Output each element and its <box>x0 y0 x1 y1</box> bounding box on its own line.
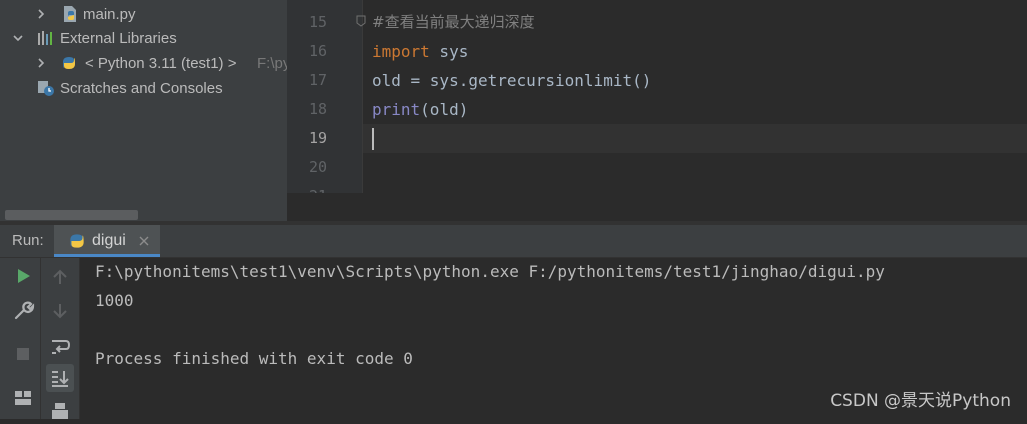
code-line-import: import sys <box>372 37 468 66</box>
tree-item-label: Scratches and Consoles <box>60 80 223 97</box>
code-comment-line: #查看当前最大递归深度 <box>372 8 535 37</box>
comment-text: #查看当前最大递归深度 <box>372 13 535 31</box>
console-line: 1000 <box>95 291 134 310</box>
arrow-up-icon[interactable] <box>48 265 72 289</box>
library-icon <box>38 31 52 45</box>
tree-item-label: main.py <box>83 6 136 23</box>
builtin-token: print <box>372 100 421 119</box>
code-token: (old) <box>420 100 469 119</box>
line-number: 20 <box>308 158 327 176</box>
fold-marker-icon[interactable] <box>355 14 367 28</box>
chevron-right-icon[interactable] <box>34 7 48 21</box>
line-number: 18 <box>308 100 327 118</box>
run-tab-label: digui <box>92 232 126 249</box>
soft-wrap-icon[interactable] <box>48 334 72 358</box>
line-number: 15 <box>308 13 327 31</box>
sdk-path-text: F:\py <box>257 55 291 72</box>
arrow-down-icon[interactable] <box>48 299 72 323</box>
run-label: Run: <box>12 232 44 249</box>
keyword-token: import <box>372 42 430 61</box>
scrollbar-thumb[interactable] <box>5 210 138 220</box>
current-line-highlight <box>363 124 1027 153</box>
chevron-right-icon[interactable] <box>34 56 48 70</box>
text-caret <box>372 128 374 150</box>
scratches-icon <box>38 81 54 96</box>
code-line: old = sys.getrecursionlimit() <box>372 71 652 90</box>
stop-icon[interactable] <box>11 342 35 366</box>
watermark: CSDN @景天说Python <box>830 391 1011 411</box>
console-line: F:\pythonitems\test1\venv\Scripts\python… <box>95 262 885 281</box>
console-line: Process finished with exit code 0 <box>95 349 413 368</box>
python-icon <box>63 57 75 69</box>
line-number: 16 <box>308 42 327 60</box>
gutter-separator <box>362 0 363 193</box>
scroll-to-end-icon[interactable] <box>48 366 72 390</box>
python-file-icon <box>64 6 76 22</box>
layout-icon[interactable] <box>11 386 35 410</box>
code-token: sys <box>429 42 469 61</box>
line-number: 19 <box>308 129 327 147</box>
close-icon[interactable] <box>138 235 150 247</box>
rerun-icon[interactable] <box>11 264 35 288</box>
code-line-print: print(old) <box>372 95 468 124</box>
python-icon <box>70 234 84 248</box>
tree-item-label: External Libraries <box>60 30 177 47</box>
tree-item-label: < Python 3.11 (test1) > <box>85 55 237 72</box>
chevron-down-icon[interactable] <box>11 31 25 45</box>
line-number: 17 <box>308 71 327 89</box>
editor-bottom-area <box>287 193 1027 221</box>
print-icon[interactable] <box>48 400 72 424</box>
wrench-icon[interactable] <box>11 299 35 323</box>
